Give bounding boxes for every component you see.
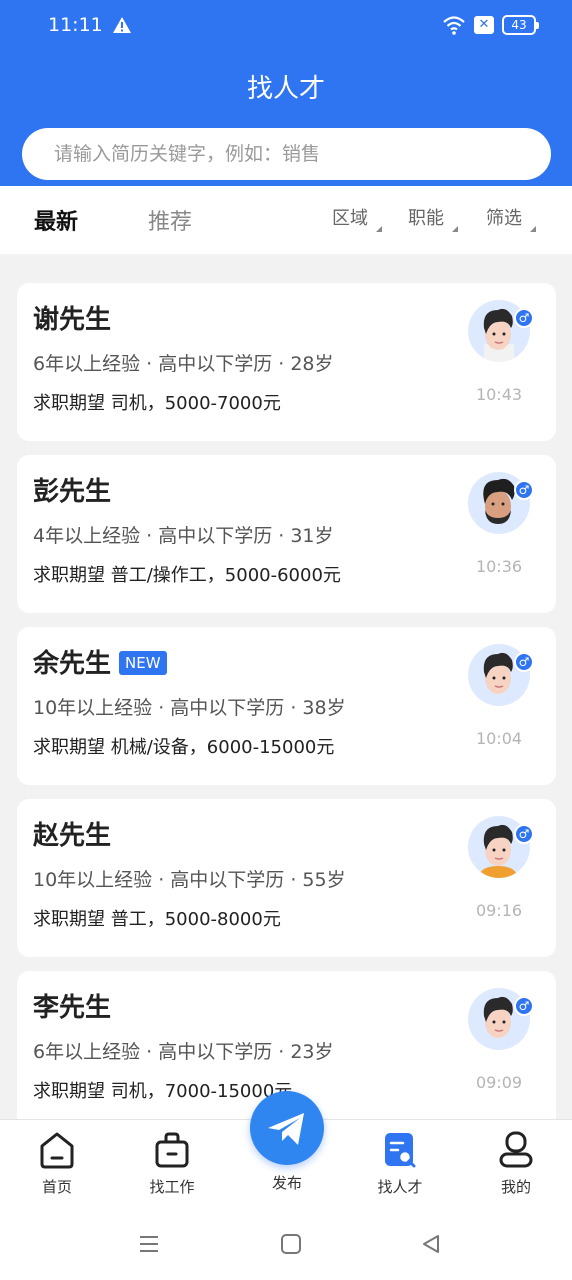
nav-find-talent-label: 找人才	[377, 1178, 423, 1196]
candidate-meta: 6年以上经验 · 高中以下学历 · 23岁	[33, 1041, 334, 1063]
status-bar: 11:11 ✕ 43	[0, 0, 572, 52]
male-gender-icon: ♂	[514, 308, 534, 328]
filter-screen[interactable]: 筛选	[486, 204, 536, 232]
dropdown-triangle-icon	[530, 226, 536, 232]
male-gender-icon: ♂	[514, 652, 534, 672]
nav-find-job[interactable]: 找工作	[132, 1130, 212, 1197]
male-gender-icon: ♂	[514, 824, 534, 844]
candidate-card[interactable]: 赵先生 10年以上经验 · 高中以下学历 · 55岁 求职期望 普工，5000-…	[17, 799, 556, 957]
nav-home[interactable]: 首页	[17, 1130, 97, 1197]
filter-area[interactable]: 区域	[332, 204, 382, 232]
candidate-expectation: 求职期望 普工，5000-8000元	[33, 909, 281, 930]
candidate-meta: 6年以上经验 · 高中以下学历 · 28岁	[33, 353, 334, 375]
dropdown-triangle-icon	[376, 226, 382, 232]
post-time: 10:36	[475, 557, 523, 576]
candidate-expectation: 求职期望 普工/操作工，5000-6000元	[33, 565, 341, 586]
app-header: 11:11 ✕ 43 找人才 请输入简历关键字，例如：销售	[0, 0, 572, 186]
publish-label: 发布	[271, 1174, 302, 1192]
back-icon[interactable]	[420, 1233, 442, 1255]
candidate-card[interactable]: 余先生 NEW 10年以上经验 · 高中以下学历 · 38岁 求职期望 机械/设备…	[17, 627, 556, 785]
tab-recommended[interactable]: 推荐	[148, 204, 192, 236]
battery-icon: 43	[502, 15, 539, 35]
warning-icon	[113, 17, 131, 33]
candidate-name: 赵先生	[33, 821, 112, 851]
tab-bar: 最新 推荐 区域 职能 筛选	[0, 186, 572, 254]
new-badge: NEW	[119, 651, 167, 675]
system-nav-bar	[0, 1207, 572, 1280]
nav-find-job-label: 找工作	[149, 1178, 195, 1196]
briefcase-icon	[155, 1132, 189, 1168]
filter-area-label: 区域	[332, 208, 368, 229]
candidate-card[interactable]: 彭先生 4年以上经验 · 高中以下学历 · 31岁 求职期望 普工/操作工，50…	[17, 455, 556, 613]
nav-home-label: 首页	[41, 1178, 72, 1196]
status-time: 11:11	[48, 14, 103, 36]
male-gender-icon: ♂	[514, 480, 534, 500]
search-input[interactable]: 请输入简历关键字，例如：销售	[22, 128, 551, 180]
candidate-expectation: 求职期望 司机，5000-7000元	[33, 393, 281, 414]
post-time: 10:04	[475, 729, 523, 748]
menu-icon[interactable]	[138, 1233, 160, 1255]
candidate-name: 彭先生	[33, 477, 112, 507]
candidate-expectation: 求职期望 机械/设备，6000-15000元	[33, 737, 335, 758]
candidate-meta: 10年以上经验 · 高中以下学历 · 38岁	[33, 697, 346, 719]
wifi-icon	[443, 16, 465, 35]
paper-plane-icon	[268, 1113, 304, 1145]
nav-mine-label: 我的	[500, 1178, 531, 1196]
dropdown-triangle-icon	[452, 226, 458, 232]
male-gender-icon: ♂	[514, 996, 534, 1016]
home-square-icon[interactable]	[280, 1233, 302, 1255]
nav-mine[interactable]: 我的	[476, 1130, 556, 1197]
candidate-meta: 10年以上经验 · 高中以下学历 · 55岁	[33, 869, 346, 891]
post-time: 09:09	[475, 1073, 523, 1092]
home-icon	[40, 1132, 74, 1169]
candidate-name: 李先生	[33, 993, 112, 1023]
post-time: 10:43	[475, 385, 523, 404]
page-title: 找人才	[246, 74, 325, 104]
candidate-name: 余先生 NEW	[33, 643, 167, 680]
candidate-name: 谢先生	[33, 305, 112, 335]
filter-screen-label: 筛选	[486, 208, 522, 229]
publish-button[interactable]	[250, 1091, 324, 1165]
no-sim-icon: ✕	[474, 16, 494, 34]
filter-function[interactable]: 职能	[408, 204, 458, 232]
resume-search-icon	[385, 1133, 416, 1168]
tab-latest[interactable]: 最新	[34, 204, 78, 236]
candidate-card[interactable]: 谢先生 6年以上经验 · 高中以下学历 · 28岁 求职期望 司机，5000-7…	[17, 283, 556, 441]
nav-find-talent[interactable]: 找人才	[360, 1130, 440, 1197]
filter-function-label: 职能	[408, 208, 444, 229]
user-icon	[499, 1131, 533, 1168]
post-time: 09:16	[475, 901, 523, 920]
candidate-meta: 4年以上经验 · 高中以下学历 · 31岁	[33, 525, 334, 547]
